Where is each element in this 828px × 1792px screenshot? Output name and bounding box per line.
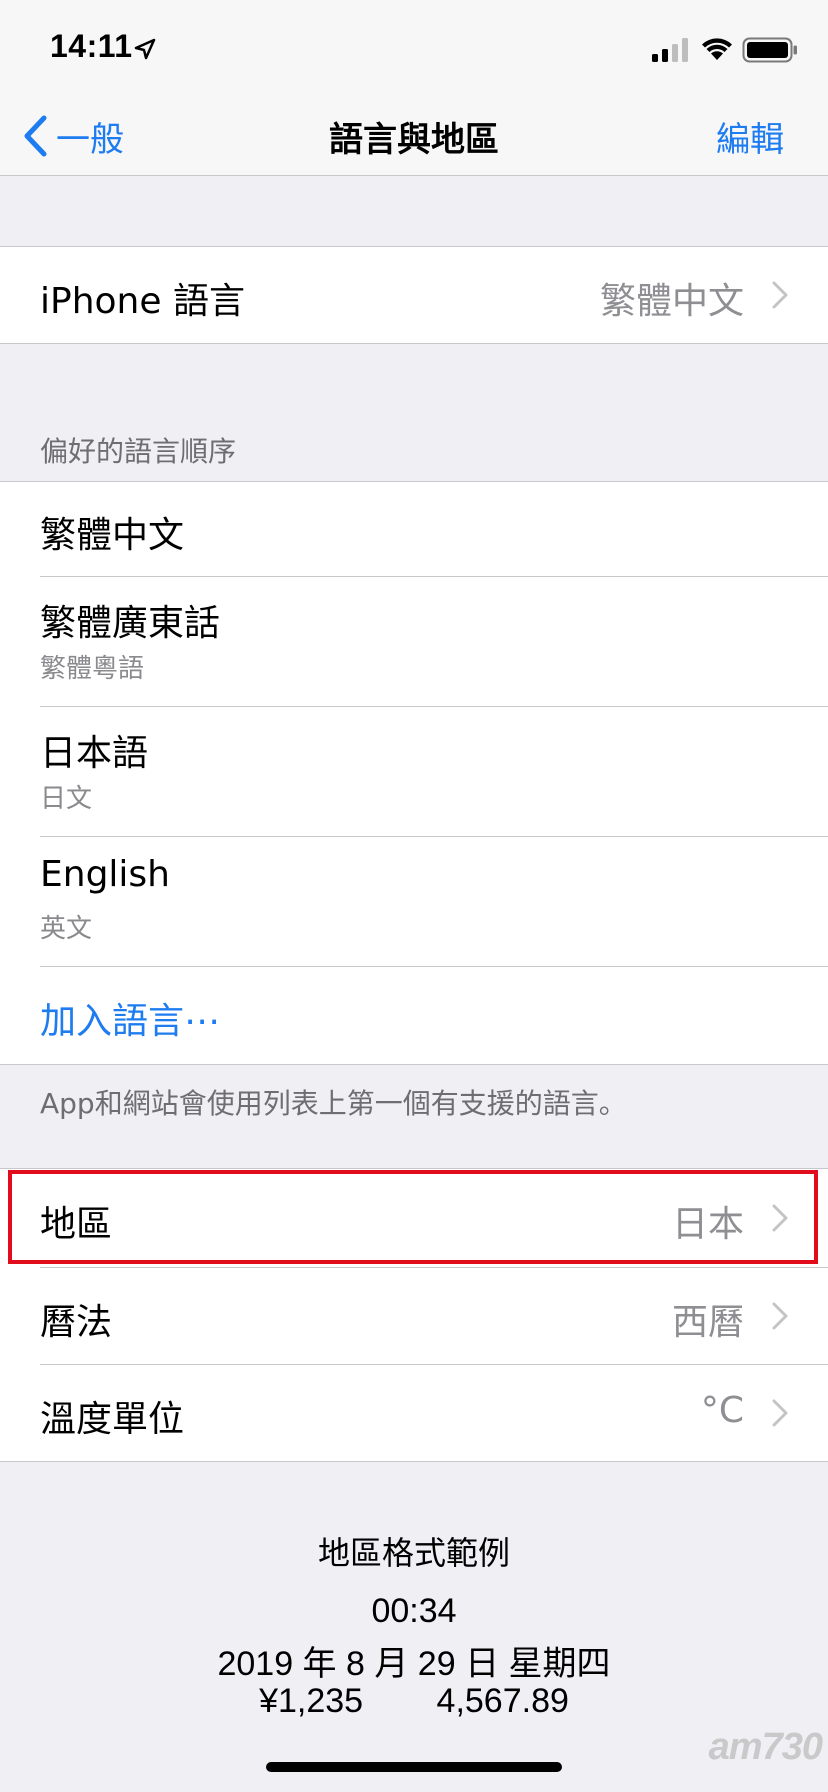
chevron-right-icon (772, 1399, 788, 1427)
region-label: 地區 (40, 1204, 113, 1245)
settings-screen: 14:11 一般 語言與地區 編輯 iPhone 語言 繁體中文 偏好的語言順序… (0, 0, 828, 1792)
language-item[interactable]: 繁體中文 (0, 482, 828, 576)
home-indicator[interactable] (266, 1762, 562, 1772)
region-value: 日本 (671, 1204, 744, 1245)
format-example-time: 00:34 (371, 1592, 457, 1630)
iphone-language-value: 繁體中文 (599, 281, 744, 322)
format-example-numbers: ¥1,235 4,567.89 (0, 1682, 828, 1721)
battery-icon (742, 37, 797, 63)
language-item[interactable]: English 英文 (0, 836, 828, 966)
cellular-signal-icon (652, 38, 688, 62)
page-title: 語言與地區 (329, 120, 499, 160)
chevron-right-icon (772, 281, 788, 309)
wifi-icon (702, 38, 732, 60)
status-bar: 14:11 (0, 0, 828, 100)
calendar-value: 西曆 (671, 1302, 744, 1343)
language-item-label: English (40, 854, 170, 895)
iphone-language-label: iPhone 語言 (40, 281, 245, 322)
chevron-right-icon (772, 1302, 788, 1330)
status-time: 14:11 (50, 28, 133, 64)
language-item-sublabel: 繁體粵語 (40, 654, 145, 684)
temperature-unit-row[interactable]: 溫度單位 °C (0, 1364, 828, 1461)
iphone-language-group: iPhone 語言 繁體中文 (0, 246, 828, 344)
region-row[interactable]: 地區 日本 (0, 1169, 828, 1267)
calendar-row[interactable]: 曆法 西曆 (0, 1267, 828, 1364)
preferred-languages-header: 偏好的語言順序 (40, 435, 237, 468)
language-item-label: 繁體中文 (40, 515, 185, 556)
navigation-bar: 一般 語言與地區 編輯 (0, 100, 828, 176)
format-example-date: 2019 年 8 月 29 日 星期四 (217, 1645, 611, 1683)
iphone-language-row[interactable]: iPhone 語言 繁體中文 (0, 247, 828, 343)
format-example-currency: ¥1,235 (259, 1682, 364, 1720)
language-item-sublabel: 英文 (40, 914, 93, 944)
language-item-label: 繁體廣東話 (40, 603, 221, 644)
region-settings-group: 地區 日本 曆法 西曆 溫度單位 °C (0, 1168, 828, 1462)
add-language-button[interactable]: 加入語言⋯ (0, 966, 828, 1064)
languages-footer-note: App和網站會使用列表上第一個有支援的語言。 (40, 1087, 627, 1120)
format-example-number: 4,567.89 (436, 1682, 569, 1720)
add-language-label: 加入語言⋯ (40, 1001, 221, 1042)
temperature-unit-label: 溫度單位 (40, 1399, 185, 1440)
language-item-sublabel: 日文 (40, 784, 93, 814)
location-arrow-icon (134, 38, 156, 60)
language-item[interactable]: 日本語 日文 (0, 706, 828, 836)
chevron-right-icon (772, 1204, 788, 1232)
language-item[interactable]: 繁體廣東話 繁體粵語 (0, 576, 828, 706)
temperature-unit-value: °C (700, 1390, 744, 1431)
preferred-languages-group: 繁體中文 繁體廣東話 繁體粵語 日本語 日文 English 英文 加入語言⋯ (0, 481, 828, 1065)
language-item-label: 日本語 (40, 733, 149, 774)
format-example-title: 地區格式範例 (317, 1534, 510, 1572)
calendar-label: 曆法 (40, 1302, 113, 1343)
edit-button[interactable]: 編輯 (716, 112, 784, 161)
watermark-logo: am730 (708, 1726, 823, 1768)
